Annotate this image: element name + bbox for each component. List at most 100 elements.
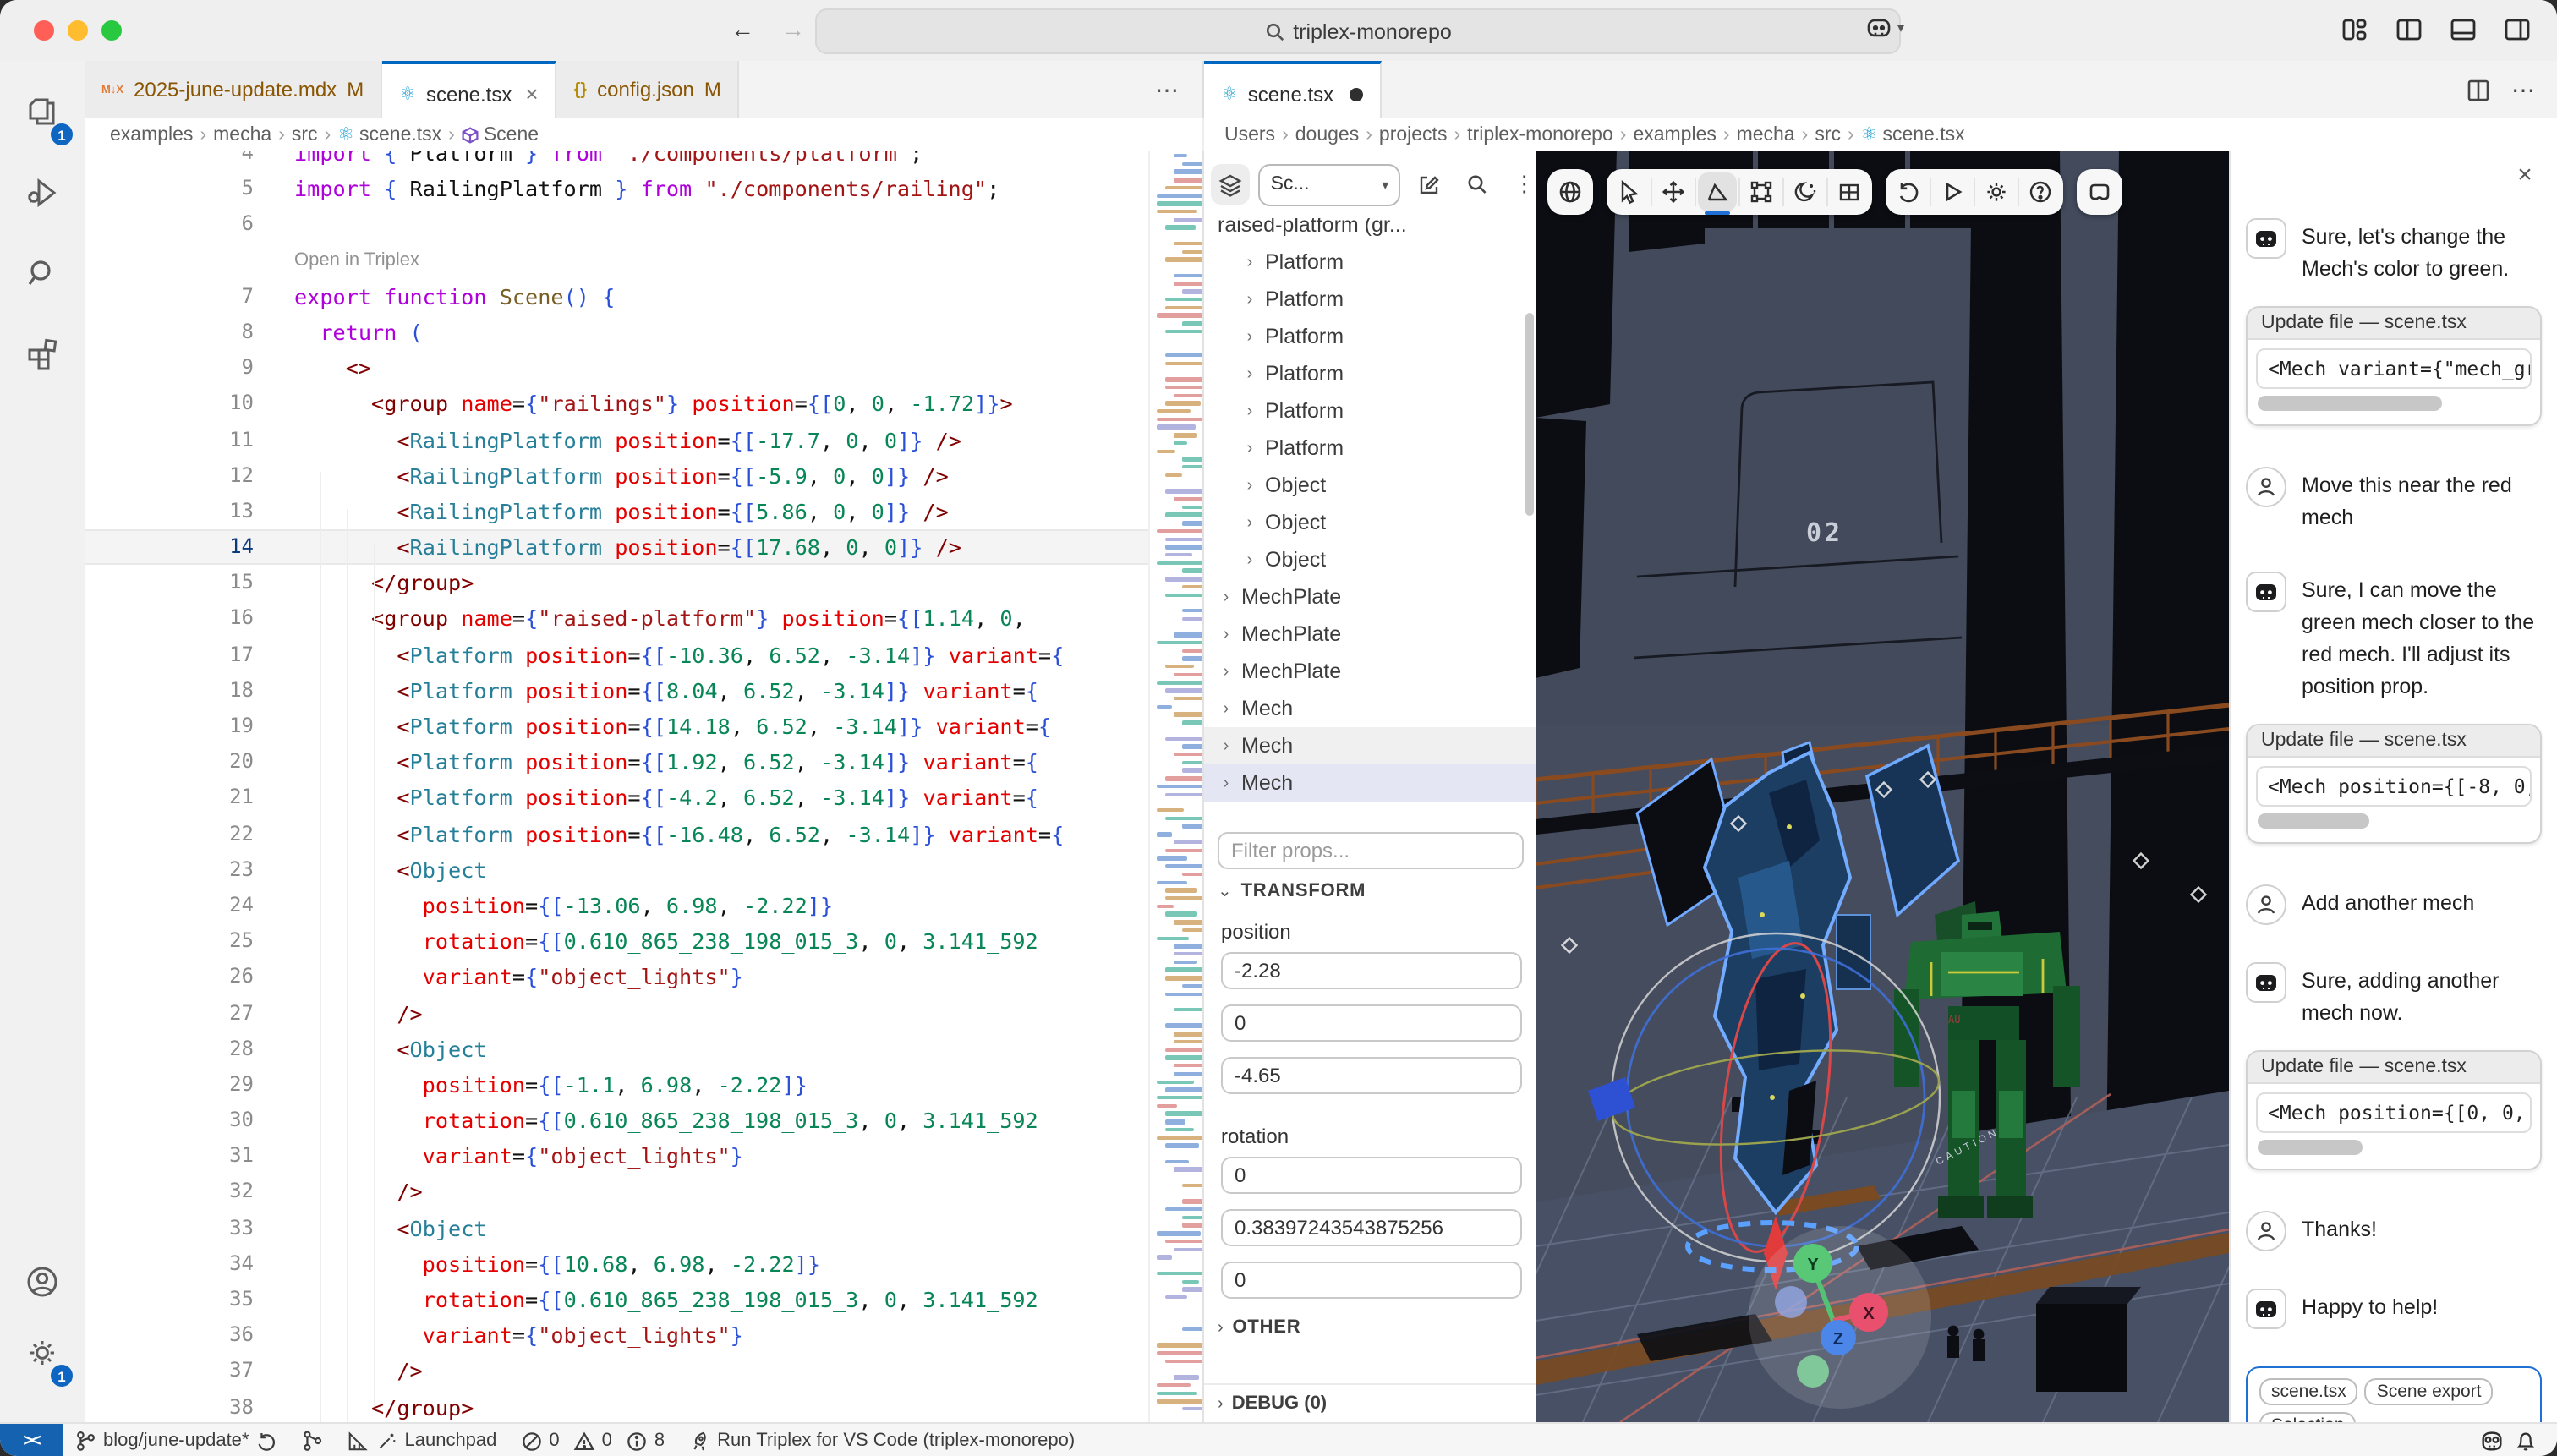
code-line-10[interactable]: 10 <group name={"railings"} position={[0… xyxy=(85,386,1202,422)
more-tabs-icon[interactable]: ⋯ xyxy=(1131,61,1202,118)
code-line-31[interactable]: 31 variant={"object_lights"} xyxy=(85,1139,1202,1174)
close-icon[interactable]: × xyxy=(2510,159,2540,189)
sidebar-item-explorer[interactable]: 1 xyxy=(0,74,85,149)
rotation-x-input[interactable] xyxy=(1221,1157,1522,1194)
sidebar-item-search[interactable] xyxy=(0,237,85,311)
code-line-7[interactable]: 7 export function Scene() { xyxy=(85,279,1202,315)
position-y-input[interactable] xyxy=(1221,1004,1522,1042)
remote-indicator[interactable]: >< xyxy=(0,1424,63,1456)
tab-config-json[interactable]: {} config.json M xyxy=(556,61,740,118)
code-line-22[interactable]: 22 <Platform position={[-16.48, 6.52, -3… xyxy=(85,816,1202,851)
tab-close-icon[interactable]: × xyxy=(525,81,538,107)
code-line-34[interactable]: 34 position={[10.68, 6.98, -2.22]} xyxy=(85,1246,1202,1282)
code-line-26[interactable]: 26 variant={"object_lights"} xyxy=(85,960,1202,995)
context-chip-scene-tsx[interactable]: scene.tsx xyxy=(2259,1378,2358,1405)
code-line-15[interactable]: 15 </group> xyxy=(85,566,1202,601)
customize-layout-icon[interactable] xyxy=(2339,14,2371,46)
source-control-graph-status[interactable] xyxy=(290,1424,336,1456)
code-line-25[interactable]: 25 rotation={[0.610_865_238_198_015_3, 0… xyxy=(85,923,1202,959)
breadcrumb-item-scene.tsx[interactable]: ⚛ scene.tsx xyxy=(1861,123,1965,145)
undo-icon[interactable] xyxy=(1889,172,1928,211)
breadcrumb-item-examples[interactable]: examples xyxy=(1633,124,1716,145)
tree-item-raised-platform-gr-[interactable]: raised-platform (gr... xyxy=(1204,218,1537,244)
breadcrumb-item-mecha[interactable]: mecha xyxy=(1737,124,1795,145)
code-line-6[interactable]: 6 xyxy=(85,207,1202,243)
run-triplex-status[interactable]: Run Triplex for VS Code (triplex-monorep… xyxy=(676,1424,1087,1456)
code-line-33[interactable]: 33 <Object xyxy=(85,1210,1202,1245)
tree-item-mechplate[interactable]: › MechPlate xyxy=(1204,578,1537,616)
code-line-9[interactable]: 9 <> xyxy=(85,350,1202,386)
settings-gear-button[interactable]: 1 xyxy=(0,1316,85,1390)
position-z-input[interactable] xyxy=(1221,1057,1522,1094)
tree-item-object[interactable]: › Object xyxy=(1204,541,1537,578)
update-file-card[interactable]: Update file — scene.tsx <Mech position={[… xyxy=(2246,1050,2542,1170)
update-file-card[interactable]: Update file — scene.tsx <Mech variant={"m… xyxy=(2246,306,2542,426)
code-line-4[interactable]: 4 import { Platform } from "./components/… xyxy=(85,151,1202,171)
tree-item-platform[interactable]: › Platform xyxy=(1204,318,1537,355)
code-line-30[interactable]: 30 rotation={[0.610_865_238_198_015_3, 0… xyxy=(85,1103,1202,1138)
tab-scene-tsx[interactable]: ⚛ scene.tsx × xyxy=(382,61,557,123)
code-line-29[interactable]: 29 position={[-1.1, 6.98, -2.22]} xyxy=(85,1067,1202,1103)
tab-2025-june-update-mdx[interactable]: M↓X 2025-june-update.mdx M xyxy=(85,61,383,118)
position-x-input[interactable] xyxy=(1221,952,1522,989)
code-line-13[interactable]: 13 <RailingPlatform position={[5.86, 0, … xyxy=(85,494,1202,529)
frame-camera-tool-button[interactable] xyxy=(2080,172,2119,211)
breadcrumb-item-src[interactable]: src xyxy=(292,124,318,145)
breadcrumb-item-scene.tsx[interactable]: ⚛ scene.tsx xyxy=(337,123,441,145)
select-tool-button[interactable] xyxy=(1610,172,1649,211)
breadcrumb-item-examples[interactable]: examples xyxy=(110,124,193,145)
code-line-27[interactable]: 27 /> xyxy=(85,995,1202,1031)
other-section-header[interactable]: › OTHER xyxy=(1218,1317,1300,1338)
toggle-panel-icon[interactable] xyxy=(2447,14,2479,46)
code-line-32[interactable]: 32 /> xyxy=(85,1174,1202,1210)
code-line-16[interactable]: 16 <group name={"raised-platform"} posit… xyxy=(85,601,1202,637)
help-icon[interactable] xyxy=(2021,172,2060,211)
world-space-tool-button[interactable] xyxy=(1551,172,1590,211)
breadcrumb-item-douges[interactable]: douges xyxy=(1295,124,1359,145)
tree-scrollbar[interactable] xyxy=(1525,313,1534,516)
bell-icon[interactable] xyxy=(2515,1429,2537,1453)
tree-item-platform[interactable]: › Platform xyxy=(1204,392,1537,430)
breadcrumb-item-projects[interactable]: projects xyxy=(1379,124,1448,145)
code-line-14[interactable]: 14 <RailingPlatform position={[17.68, 0,… xyxy=(85,529,1202,566)
scale-tool-button[interactable] xyxy=(1742,172,1781,211)
tree-item-platform[interactable]: › Platform xyxy=(1204,281,1537,318)
profile-menu-button[interactable]: ▾ xyxy=(1864,12,1904,42)
sidebar-item-extensions[interactable] xyxy=(0,318,85,392)
code-line-24[interactable]: 24 position={[-13.06, 6.98, -2.22]} xyxy=(85,888,1202,923)
tab-scene-tsx-right[interactable]: ⚛ scene.tsx xyxy=(1204,61,1382,123)
axis-gizmo[interactable]: Y X Z xyxy=(1749,1226,1931,1409)
viewport-canvas[interactable]: 02 AU CAUTION Y X Z xyxy=(1536,151,2229,1422)
update-file-card[interactable]: Update file — scene.tsx <Mech position={[… xyxy=(2246,724,2542,844)
accounts-button[interactable] xyxy=(0,1245,85,1319)
split-editor-icon[interactable] xyxy=(2466,77,2491,102)
context-chip-scene-export[interactable]: Scene export xyxy=(2364,1378,2494,1405)
rotate-tool-button[interactable] xyxy=(1698,172,1737,215)
navigate-forward-button[interactable]: → xyxy=(778,15,808,42)
scene-selector-dropdown[interactable]: Sc... ▾ xyxy=(1258,163,1401,205)
code-line-35[interactable]: 35 rotation={[0.610_865_238_198_015_3, 0… xyxy=(85,1282,1202,1317)
rotation-y-input[interactable] xyxy=(1221,1209,1522,1246)
tree-item-mechplate[interactable]: › MechPlate xyxy=(1204,616,1537,653)
tree-item-platform[interactable]: › Platform xyxy=(1204,355,1537,392)
move-tool-button[interactable] xyxy=(1654,172,1693,211)
code-line-38[interactable]: 38 </group> xyxy=(85,1389,1202,1422)
search-scene-icon[interactable] xyxy=(1457,164,1497,205)
breadcrumb-item-src[interactable]: src xyxy=(1815,124,1841,145)
robot-status-icon[interactable] xyxy=(2479,1429,2505,1453)
layers-icon[interactable] xyxy=(1211,164,1251,205)
tree-item-object[interactable]: › Object xyxy=(1204,467,1537,504)
problems-status[interactable]: 0 0 8 xyxy=(508,1424,676,1456)
code-line-17[interactable]: 17 <Platform position={[-10.36, 6.52, -3… xyxy=(85,637,1202,672)
code-line-37[interactable]: 37 /> xyxy=(85,1354,1202,1389)
tree-item-mech[interactable]: › Mech xyxy=(1204,727,1537,764)
code-line-20[interactable]: 20 <Platform position={[1.92, 6.52, -3.1… xyxy=(85,744,1202,780)
tree-item-platform[interactable]: › Platform xyxy=(1204,244,1537,281)
tree-item-mech[interactable]: › Mech xyxy=(1204,764,1537,802)
code-line-5[interactable]: 5 import { RailingPlatform } from "./comp… xyxy=(85,171,1202,206)
code-line-18[interactable]: 18 <Platform position={[8.04, 6.52, -3.1… xyxy=(85,673,1202,709)
navigate-back-button[interactable]: ← xyxy=(727,15,758,42)
minimize-window-button[interactable] xyxy=(68,20,88,41)
breadcrumb-item-triplex-monorepo[interactable]: triplex-monorepo xyxy=(1467,124,1613,145)
git-branch-status[interactable]: blog/june-update* xyxy=(63,1424,290,1456)
